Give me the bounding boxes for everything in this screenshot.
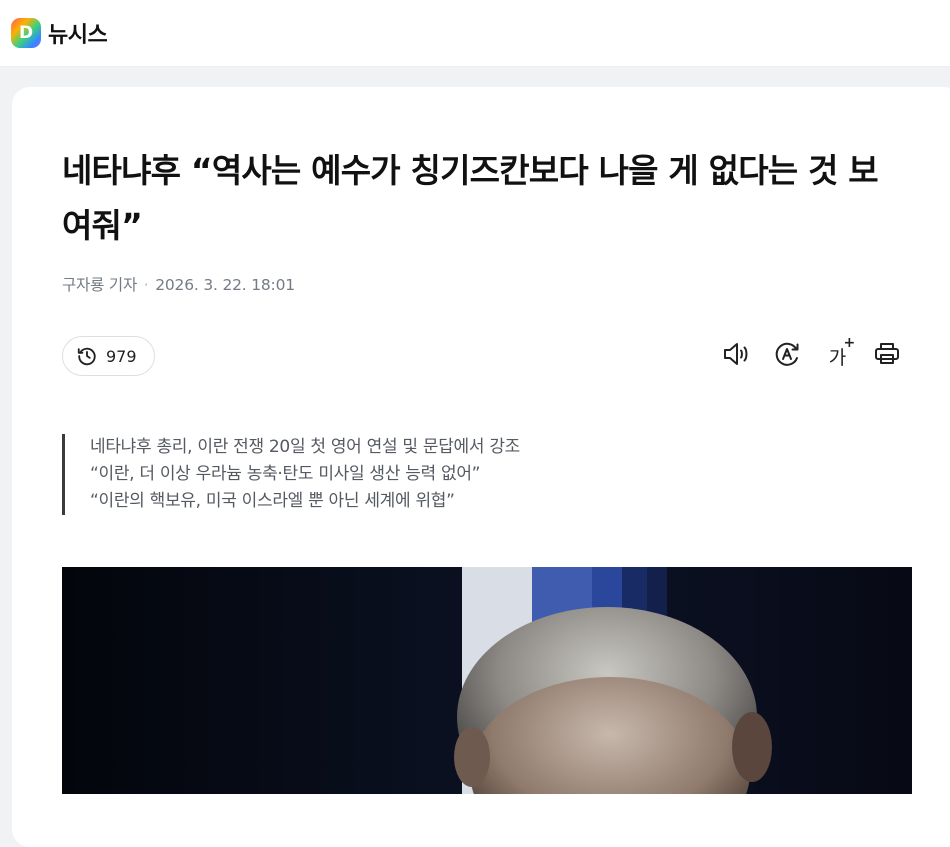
site-logo[interactable]: D 뉴시스: [11, 17, 108, 49]
summary-line: 네타냐후 총리, 이란 전쟁 20일 첫 영어 연설 및 문답에서 강조: [90, 437, 520, 457]
logo-letter: D: [18, 22, 34, 43]
speaker-icon: [722, 341, 752, 371]
publish-datetime: 2026. 3. 22. 18:01: [155, 276, 295, 294]
view-count: 979: [106, 346, 137, 366]
print-button[interactable]: [868, 340, 906, 372]
site-name[interactable]: 뉴시스: [48, 17, 108, 49]
photo-illustration: [62, 567, 912, 794]
reporter-name[interactable]: 구자룡 기자: [62, 276, 137, 294]
font-size-button[interactable]: 가 +: [818, 335, 856, 372]
article-photo[interactable]: [62, 567, 912, 794]
view-count-button[interactable]: 979: [62, 336, 155, 376]
byline-separator: ·: [143, 276, 149, 294]
translate-button[interactable]: [768, 340, 806, 372]
text-to-speech-button[interactable]: [718, 340, 756, 372]
top-bar: D 뉴시스: [0, 0, 950, 67]
summary-line: “이란, 더 이상 우라늄 농축·탄도 미사일 생산 능력 없어”: [90, 464, 481, 484]
font-size-icon: 가 +: [829, 335, 855, 370]
article-tools: 가 +: [718, 335, 906, 372]
clock-history-icon: [76, 345, 98, 367]
article-title: 네타냐후 “역사는 예수가 칭기즈칸보다 나을 게 없다는 것 보여줘”: [62, 151, 879, 245]
font-size-plus: +: [843, 334, 856, 351]
translate-icon: [773, 340, 801, 372]
daum-logo-icon: D: [11, 18, 41, 48]
byline: 구자룡 기자 · 2026. 3. 22. 18:01: [62, 273, 295, 295]
article-summary: 네타냐후 총리, 이란 전쟁 20일 첫 영어 연설 및 문답에서 강조 “이란…: [62, 434, 520, 515]
print-icon: [873, 341, 901, 371]
summary-line: “이란의 핵보유, 미국 이스라엘 뿐 아닌 세계에 위협”: [90, 491, 455, 511]
